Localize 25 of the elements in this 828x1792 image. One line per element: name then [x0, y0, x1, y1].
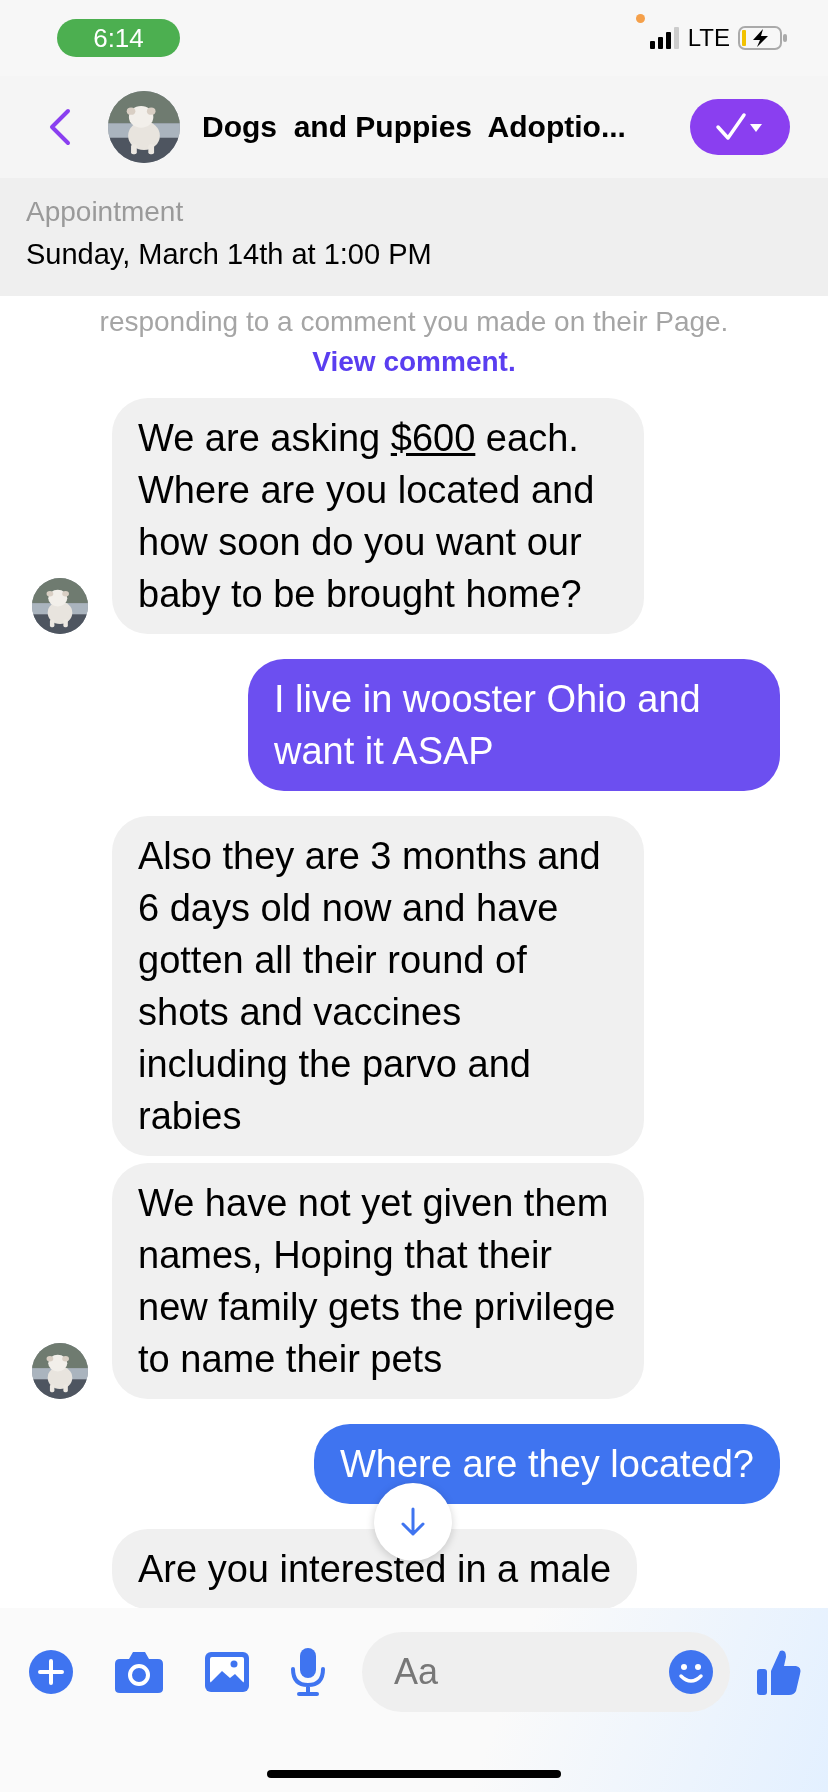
plus-button[interactable] [28, 1649, 74, 1695]
status-time: 6:14 [57, 19, 180, 57]
indicator-dot [636, 14, 645, 23]
message-bubble: Are you interested in a male [112, 1529, 638, 1608]
chat-title: Dogs and Puppies Adoptio... [202, 110, 627, 144]
image-button[interactable] [204, 1651, 250, 1693]
camera-button[interactable] [114, 1650, 164, 1694]
emoji-button[interactable] [668, 1649, 714, 1695]
message-bubble: I live in wooster Ohio and want it ASAP [248, 659, 780, 791]
message-bubble: Also they are 3 months and 6 days old now and have gotten all their round of shots and vaccines including the parvo and rabies [112, 816, 644, 1156]
battery-charging-icon [738, 26, 788, 50]
message-input[interactable]: Aa [392, 1650, 668, 1694]
arrow-down-icon [400, 1507, 426, 1537]
appointment-label: Appointment [26, 195, 185, 229]
mark-done-button[interactable] [690, 99, 790, 155]
message-bubble: We have not yet given them names, Hoping that their new family gets the privilege to name their pets [112, 1163, 644, 1399]
view-comment-link[interactable]: View comment. [312, 346, 516, 377]
notice-text: responding to a comment you made on their Page. View comment. [98, 305, 730, 379]
message-bubble: Where are they located? [314, 1424, 780, 1504]
message-bubble: We are asking $600 each. Where are you located and how soon do you want our baby to be brought home? [112, 398, 644, 634]
network-label: LTE [687, 24, 730, 52]
signal-icon [649, 27, 680, 49]
microphone-button[interactable] [290, 1647, 326, 1697]
appointment-time: Sunday, March 14th at 1:00 PM [26, 237, 433, 272]
message-field[interactable]: Aa [362, 1632, 730, 1712]
